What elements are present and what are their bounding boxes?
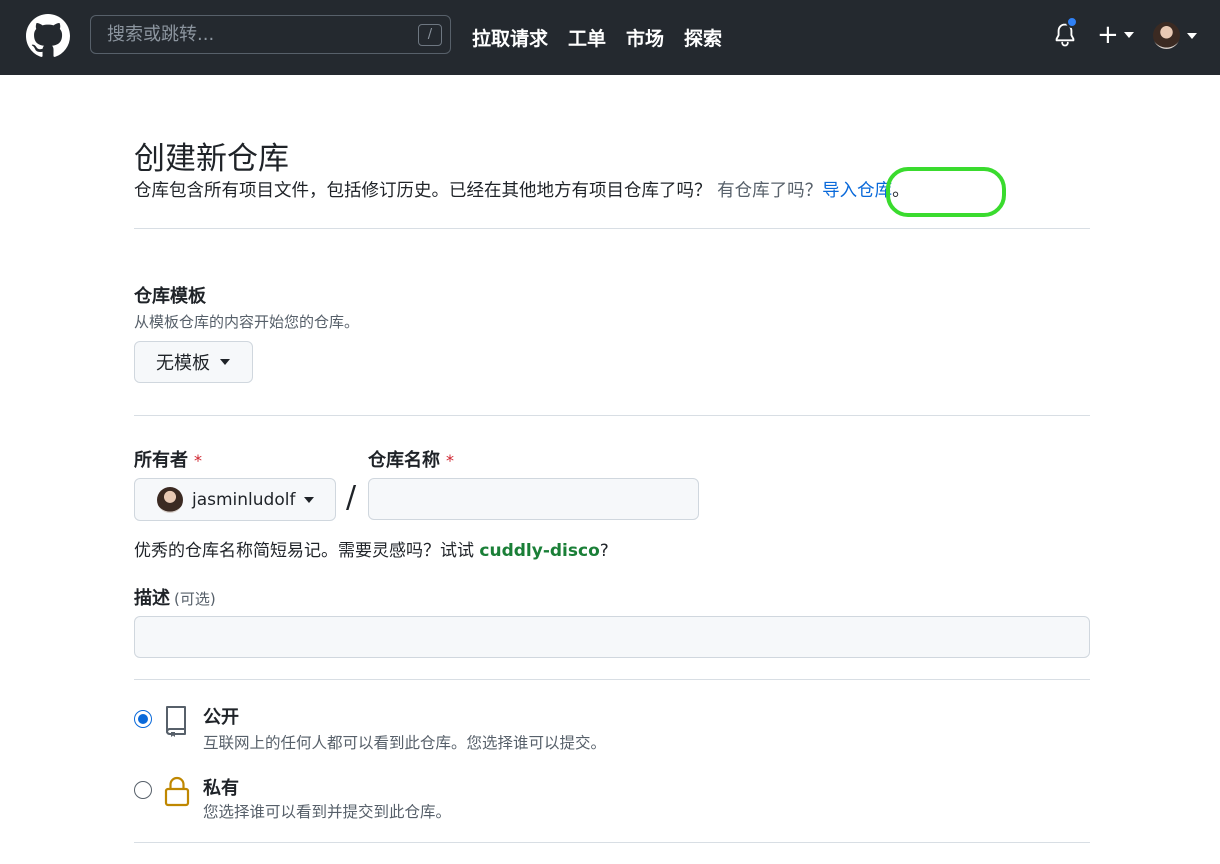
divider [134, 679, 1090, 680]
import-repository-link[interactable]: 导入仓库 [822, 181, 892, 201]
nav-marketplace[interactable]: 市场 [626, 24, 664, 51]
suggested-name-link[interactable]: cuddly-disco [479, 541, 599, 561]
divider [134, 842, 1090, 843]
name-hint-text: 优秀的仓库名称简短易记。需要灵感吗？试试 [134, 541, 480, 561]
divider [134, 228, 1090, 229]
required-marker: * [194, 451, 202, 470]
template-hint: 从模板仓库的内容开始您的仓库。 [134, 313, 360, 331]
search-input[interactable] [91, 16, 450, 53]
plus-icon: + [1097, 20, 1119, 50]
notification-unread-dot [1066, 16, 1078, 28]
page-title: 创建新仓库 [134, 141, 289, 177]
github-logo-icon[interactable] [26, 14, 70, 58]
chevron-down-icon [304, 496, 315, 503]
search-box[interactable]: / [90, 15, 451, 54]
repo-name-field[interactable] [368, 478, 699, 520]
chevron-down-icon [1123, 32, 1134, 38]
repo-name-label-text: 仓库名称 [368, 450, 440, 471]
name-hint-suffix: ? [599, 541, 609, 561]
import-link-highlight-ring [886, 167, 1006, 217]
owner-label: 所有者 * [134, 446, 202, 472]
public-option-title: 公开 [203, 707, 239, 728]
owner-repo-separator: / [346, 480, 357, 515]
description-input[interactable] [135, 617, 1089, 657]
page-subtitle: 仓库包含所有项目文件，包括修订历史。已经在其他地方有项目仓库了吗？ 有仓库了吗？… [134, 177, 910, 202]
nav-issues[interactable]: 工单 [568, 24, 606, 51]
nav-explore[interactable]: 探索 [684, 24, 722, 51]
chevron-down-icon [1187, 32, 1197, 39]
private-option-desc: 您选择谁可以看到并提交到此仓库。 [203, 803, 452, 821]
user-menu[interactable] [1153, 22, 1197, 49]
owner-name: jasminludolf [192, 489, 296, 510]
search-shortcut-key: / [418, 24, 442, 46]
repo-name-hint: 优秀的仓库名称简短易记。需要灵感吗？试试 cuddly-disco? [134, 536, 609, 561]
user-avatar [1153, 22, 1180, 49]
public-option-desc: 互联网上的任何人都可以看到此仓库。您选择谁可以提交。 [203, 734, 607, 752]
subtitle-text: 仓库包含所有项目文件，包括修订历史。已经在其他地方有项目仓库了吗？ [134, 181, 712, 201]
owner-avatar [157, 486, 183, 513]
repo-name-label: 仓库名称 * [368, 446, 454, 472]
required-marker: * [446, 451, 454, 470]
template-label: 仓库模板 [134, 286, 206, 307]
lock-icon [164, 776, 190, 807]
have-repo-text: 有仓库了吗？ [717, 181, 823, 201]
top-navigation-bar: / 拉取请求 工单 市场 探索 + [0, 0, 1220, 75]
chevron-down-icon [220, 359, 230, 365]
description-label: 描述 (可选) [134, 584, 216, 610]
nav-pull-requests[interactable]: 拉取请求 [472, 24, 548, 51]
description-field[interactable] [134, 616, 1090, 658]
owner-label-text: 所有者 [134, 450, 188, 471]
private-option-title: 私有 [203, 778, 239, 799]
main-nav: 拉取请求 工单 市场 探索 [472, 0, 722, 75]
divider [134, 415, 1090, 416]
owner-select-button[interactable]: jasminludolf [134, 478, 336, 521]
optional-marker: (可选) [174, 590, 216, 608]
template-select-button[interactable]: 无模板 [134, 341, 253, 383]
repo-icon [166, 706, 186, 737]
create-new-menu[interactable]: + [1097, 20, 1134, 50]
public-radio[interactable] [134, 710, 152, 728]
description-label-text: 描述 [134, 588, 170, 609]
repo-name-input[interactable] [369, 479, 698, 519]
template-select-label: 无模板 [156, 353, 210, 374]
private-radio[interactable] [134, 781, 152, 799]
